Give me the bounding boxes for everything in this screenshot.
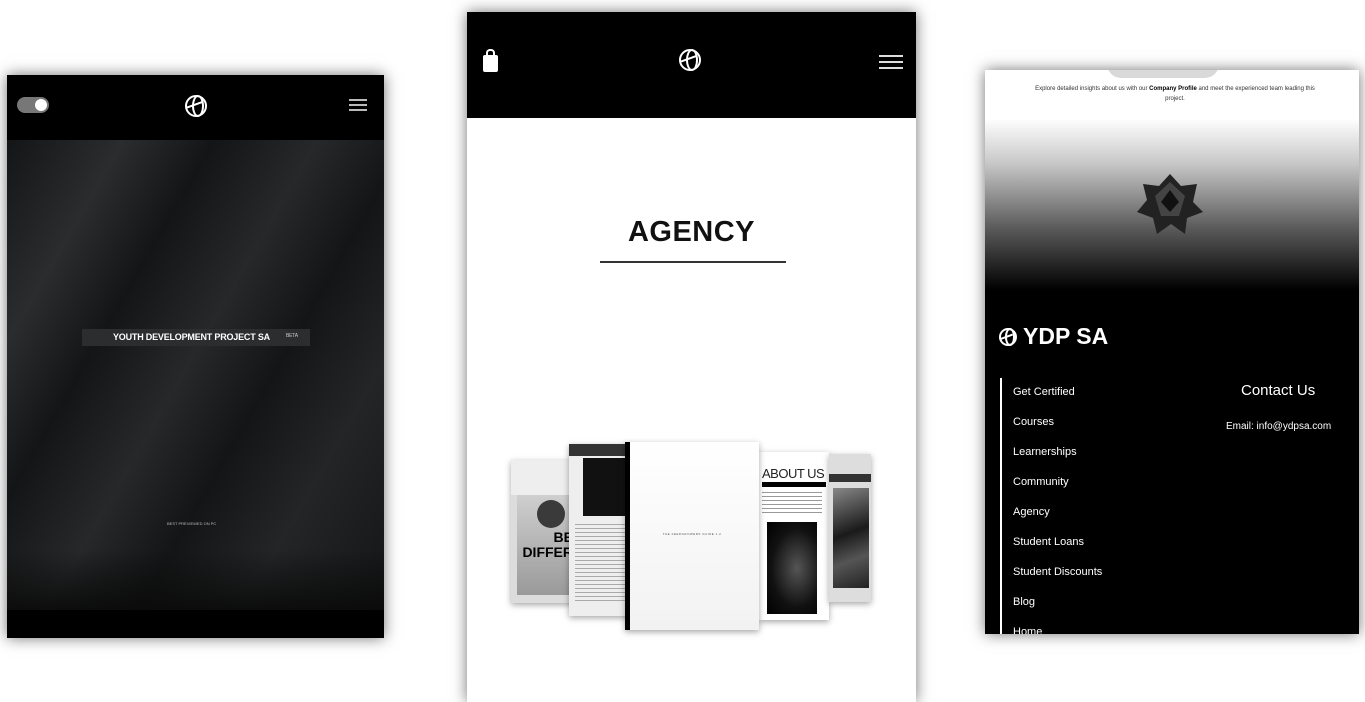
nav-agency[interactable]: Agency [1013,506,1050,518]
nav-community[interactable]: Community [1013,476,1069,488]
brand-name: YDP SA [1023,323,1109,349]
nav-get-certified[interactable]: Get Certified [1013,386,1075,398]
nav-student-discounts[interactable]: Student Discounts [1013,566,1102,578]
footer-note: BEST PREVIEWED ON PC [167,521,217,526]
nav-home[interactable]: Home [1013,626,1042,634]
hero-title: YOUTH DEVELOPMENT PROJECT SA [113,332,270,342]
theme-toggle[interactable] [17,97,49,113]
card-text: BE DIFFER [522,529,573,560]
company-profile-link[interactable]: Company Profile [1149,86,1197,92]
nav-divider [1000,378,1002,634]
nav-student-loans[interactable]: Student Loans [1013,536,1084,548]
device-notch [1107,70,1219,78]
middle-screen: AGENCY BE DIFFER THE FEEDGROWERS GUIDE 1… [467,12,916,702]
contact-email[interactable]: Email: info@ydpsa.com [1226,421,1331,432]
shopping-bag-icon[interactable] [483,49,498,72]
logo-globe-icon[interactable] [185,95,207,117]
card-about-us[interactable]: ABOUT US [759,452,829,620]
hero-title-badge: YOUTH DEVELOPMENT PROJECT SA BETA [82,329,310,346]
nav-learnerships[interactable]: Learnerships [1013,446,1077,458]
nav-courses[interactable]: Courses [1013,416,1054,428]
logo-globe-icon[interactable] [679,49,701,71]
page-title: AGENCY [627,216,756,248]
card-abstract[interactable] [829,454,871,602]
hero-section [7,140,384,610]
left-screen: YOUTH DEVELOPMENT PROJECT SA BETA BEST P… [7,75,384,638]
card-doc[interactable] [569,444,631,616]
toggle-knob [35,99,47,111]
title-underline [600,261,786,263]
right-screen: Explore detailed insights about us with … [985,70,1359,634]
crystal-graphic [1137,174,1203,234]
footer-brand[interactable]: YDP SA [999,323,1108,350]
contact-heading: Contact Us [1241,382,1316,399]
nav-blog[interactable]: Blog [1013,596,1035,608]
header [467,12,916,118]
card-feedgrowers-guide[interactable]: THE FEEDGROWERS GUIDE 1.2 [625,442,759,630]
logo-globe-icon [999,328,1017,346]
menu-icon[interactable] [879,55,903,69]
beta-tag: BETA [286,333,298,339]
intro-text: Explore detailed insights about us with … [1035,86,1315,102]
about-heading: ABOUT US [762,466,825,481]
guide-title: THE FEEDGROWERS GUIDE 1.2 [662,532,722,536]
header [7,75,384,140]
menu-icon[interactable] [349,99,367,111]
